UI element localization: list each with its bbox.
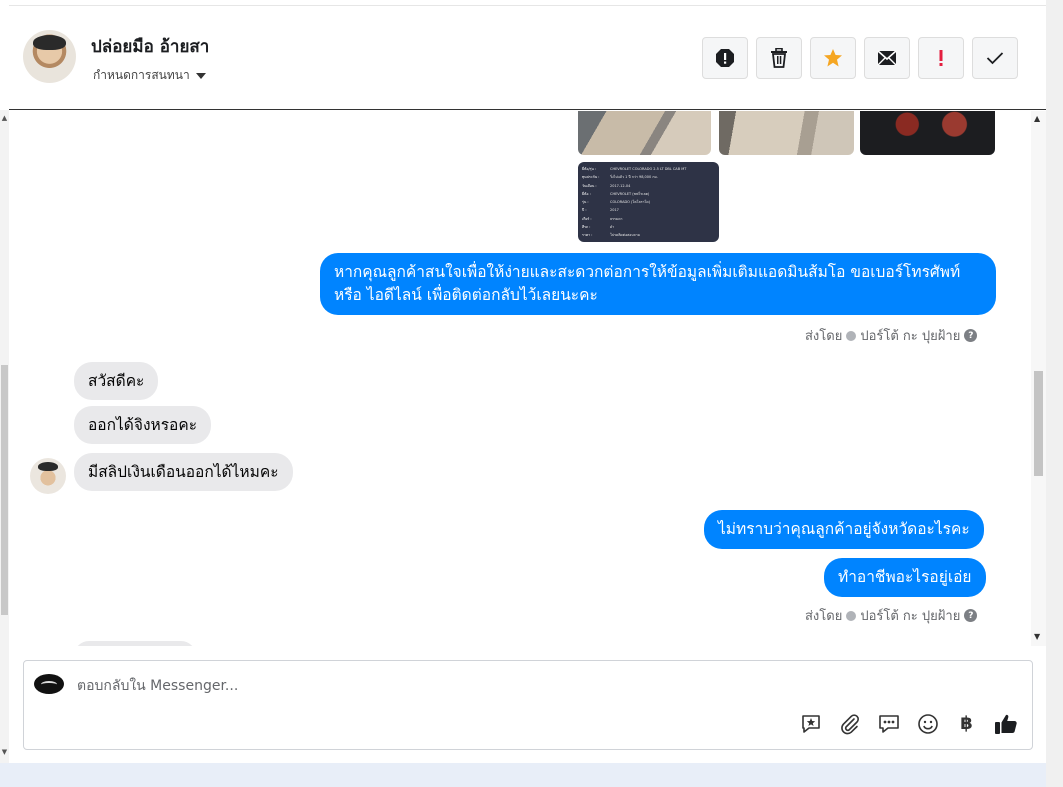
payment-button[interactable]: ฿	[954, 711, 979, 736]
attach-button[interactable]	[837, 711, 862, 736]
spec-row: ทุนประกัน : วิ่งไปแล้ว 1 ปี กว่า 98,000 ก…	[582, 175, 658, 180]
delete-button[interactable]	[756, 37, 802, 79]
left-scrollbar[interactable]: ▲ ▼	[0, 110, 9, 763]
spec-row: สีรถ : ดำ	[582, 225, 615, 230]
reply-input[interactable]	[77, 675, 977, 697]
sender-name: ปอร์โต้ กะ ปุยฝ้าย	[860, 609, 961, 624]
scroll-down-arrow-icon[interactable]: ▼	[0, 748, 9, 756]
spec-row: วันเดือน :2017-12-04	[582, 183, 631, 188]
conversation-header: ปล่อยมือ อ้ายสา กำหนดการสนทนา	[9, 0, 1046, 110]
spec-row: ยี่ห้อ/รุ่น : CHEVROLET COLORADO 2.5 LT D…	[582, 167, 687, 171]
car-spec-image[interactable]: ยี่ห้อ/รุ่น : CHEVROLET COLORADO 2.5 LT D…	[578, 162, 719, 242]
outgoing-message[interactable]: หากคุณลูกค้าสนใจเพื่อให้ง่ายและสะดวกต่อก…	[320, 253, 996, 315]
spec-row: ปี :2017	[582, 208, 619, 213]
header-divider	[9, 0, 1046, 6]
spec-row: รุ่น : COLORADO (โคโลราโด)	[582, 200, 651, 205]
conversation-panel: ▲ ▼ ปล่อยมือ อ้ายสา กำหนดการสนทนา ยี่ห้อ…	[0, 0, 1046, 763]
saved-reply-icon	[878, 714, 899, 733]
star-button[interactable]	[810, 37, 856, 79]
incoming-message[interactable]: สวัสดีคะ	[74, 362, 159, 400]
scroll-up-arrow-icon[interactable]: ▲	[0, 114, 9, 122]
reply-composer: ฿	[23, 660, 1033, 750]
contact-avatar[interactable]	[23, 30, 76, 83]
add-reaction-button[interactable]	[798, 711, 823, 736]
mail-button[interactable]	[864, 37, 910, 79]
caret-down-icon	[195, 72, 206, 79]
page-logo	[34, 674, 64, 694]
sent-by-text: ส่งโดย	[805, 329, 843, 344]
emoji-icon	[917, 713, 938, 734]
block-button[interactable]	[702, 37, 748, 79]
incoming-message-partial[interactable]	[74, 641, 196, 646]
incoming-message[interactable]: ออกได้จิงหรอคะ	[74, 406, 212, 444]
baht-icon: ฿	[960, 713, 973, 734]
scrollbar-thumb[interactable]	[1, 365, 8, 615]
trash-icon	[771, 48, 787, 68]
assign-conversation-label: กำหนดการสนทนา	[93, 68, 190, 82]
outgoing-message[interactable]: ไม่ทราบว่าคุณลูกค้าอยู่จังหวัดอะไรคะ	[704, 510, 984, 549]
like-icon	[994, 714, 1017, 734]
car-interior-photo[interactable]	[578, 111, 711, 155]
composer-tools: ฿	[798, 711, 1018, 736]
scrollbar-thumb[interactable]	[1034, 371, 1043, 476]
important-icon	[939, 50, 943, 66]
help-icon[interactable]: ?	[964, 329, 978, 342]
car-dashboard-photo[interactable]	[860, 111, 995, 155]
help-icon[interactable]: ?	[964, 609, 978, 622]
sent-by-label: ส่งโดย ปอร์โต้ กะ ปุยฝ้าย ?	[805, 325, 978, 346]
window-scrollbar-track	[1046, 0, 1063, 787]
contact-name[interactable]: ปล่อยมือ อ้ายสา	[91, 33, 209, 60]
scroll-up-arrow-icon[interactable]: ▲	[1034, 114, 1040, 123]
sent-by-text: ส่งโดย	[805, 609, 843, 624]
saved-replies-button[interactable]	[876, 711, 901, 736]
mark-important-button[interactable]	[918, 37, 964, 79]
contact-small-avatar	[30, 458, 66, 494]
check-icon	[986, 52, 1004, 65]
thread-scrollbar[interactable]: ▲ ▼	[1031, 111, 1046, 646]
sender-name: ปอร์โต้ กะ ปุยฝ้าย	[860, 329, 961, 344]
assign-conversation-dropdown[interactable]: กำหนดการสนทนา	[93, 66, 206, 85]
mail-icon	[877, 50, 897, 66]
spec-row: ราคา : โปรดติดต่อสอบถาม	[582, 233, 641, 238]
verified-icon	[846, 330, 857, 341]
incoming-message[interactable]: มีสลิปเงินเดือนออกได้ไหมคะ	[74, 453, 293, 491]
mark-done-button[interactable]	[972, 37, 1018, 79]
attachment-icon	[840, 713, 859, 734]
outgoing-message[interactable]: ทำอาชีพอะไรอยู่เอ่ย	[824, 558, 986, 597]
spec-row: ยี่ห้อ : CHEVROLET (ชฟโรเลต)	[582, 191, 650, 196]
verified-icon	[846, 610, 857, 621]
star-icon	[824, 49, 842, 67]
like-button[interactable]	[993, 711, 1018, 736]
add-reaction-icon	[801, 714, 820, 733]
spec-row: เกียร์ : ธรรมดา	[582, 216, 623, 221]
header-actions	[702, 37, 1018, 79]
block-icon	[716, 49, 734, 67]
sent-by-label: ส่งโดย ปอร์โต้ กะ ปุยฝ้าย ?	[805, 605, 978, 626]
message-thread[interactable]: ยี่ห้อ/รุ่น : CHEVROLET COLORADO 2.5 LT D…	[9, 111, 1046, 646]
emoji-button[interactable]	[915, 711, 940, 736]
car-rear-seat-photo[interactable]	[719, 111, 854, 155]
scroll-down-arrow-icon[interactable]: ▼	[1034, 632, 1040, 641]
